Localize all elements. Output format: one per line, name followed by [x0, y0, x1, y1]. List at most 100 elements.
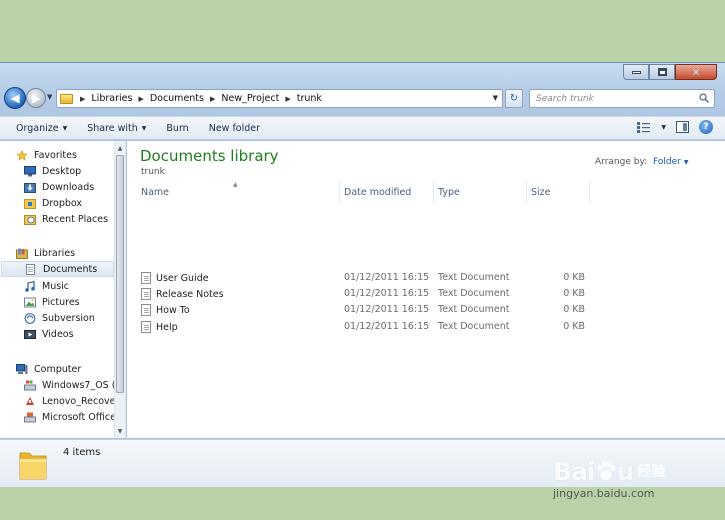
new-folder-label: New folder — [208, 122, 261, 134]
nav-item-label: Desktop — [42, 165, 82, 177]
address-dropdown-icon[interactable]: ▼ — [493, 94, 498, 102]
dropbox-folder-icon — [24, 198, 36, 209]
scroll-down-icon[interactable]: ▼ — [115, 426, 125, 436]
arrange-by-dropdown[interactable]: Folder ▼ — [653, 157, 688, 167]
library-title: Documents library — [140, 147, 279, 165]
nav-item-label: Recent Places — [42, 213, 109, 225]
file-type: Text Document — [438, 304, 510, 315]
star-icon — [16, 149, 28, 161]
paw-icon — [597, 461, 615, 480]
text-document-icon — [141, 272, 151, 284]
column-header-type[interactable]: Type — [434, 181, 527, 203]
item-count: 4 items — [63, 447, 101, 458]
nav-item-label: Videos — [42, 328, 74, 340]
column-header-date-modified[interactable]: Date modified — [340, 181, 434, 203]
column-header-size[interactable]: Size — [527, 181, 590, 203]
file-date: 01/12/2011 16:15 — [344, 304, 430, 315]
address-bar[interactable]: ▶ Libraries ▶ Documents ▶ New_Project ▶ … — [56, 89, 503, 108]
command-bar: Organize ▼ Share with ▼ Burn New folder … — [0, 116, 725, 140]
refresh-button[interactable]: ↻ — [505, 89, 523, 108]
file-size: 0 KB — [563, 321, 585, 332]
file-name: Help — [156, 321, 178, 333]
file-size: 0 KB — [563, 272, 585, 283]
file-date: 01/12/2011 16:15 — [344, 321, 430, 332]
nav-item-label: Lenovo_Recovery — [42, 395, 126, 407]
navigation-pane: Favorites Desktop Downloads Dropbox Rece… — [0, 141, 126, 438]
chevron-down-icon: ▼ — [141, 124, 147, 132]
music-icon — [25, 280, 35, 292]
file-name: Release Notes — [156, 288, 224, 300]
close-button[interactable]: ✕ — [675, 64, 717, 80]
file-list-pane: Documents library trunk Arrange by: Fold… — [127, 141, 725, 438]
breadcrumb-separator-icon[interactable]: ▶ — [138, 95, 143, 103]
nav-item-label: Microsoft Office — [42, 411, 116, 423]
close-icon: ✕ — [691, 65, 701, 79]
file-name-cell: Release Notes — [141, 288, 224, 300]
nav-favorites[interactable]: Favorites — [16, 147, 130, 163]
watermark-brand-text: Bai — [553, 456, 595, 486]
baidu-watermark-logo: Bai u 经验 — [553, 456, 683, 486]
nav-item-documents[interactable]: Documents — [1, 261, 114, 277]
column-headers: ▲ Name Date modified Type Size — [127, 181, 725, 203]
burn-label: Burn — [166, 122, 189, 134]
share-with-label: Share with — [87, 122, 138, 134]
text-document-icon — [141, 304, 151, 316]
nav-computer-label: Computer — [34, 363, 82, 375]
file-date: 01/12/2011 16:15 — [344, 288, 430, 299]
back-button[interactable]: ◀ — [4, 87, 26, 109]
view-options-dropdown[interactable]: ▼ — [661, 124, 666, 131]
help-icon[interactable]: ? — [699, 120, 713, 134]
search-input[interactable] — [536, 91, 686, 106]
organize-button[interactable]: Organize ▼ — [0, 117, 77, 139]
file-row[interactable]: User Guide 01/12/2011 16:15 Text Documen… — [127, 270, 725, 286]
organize-label: Organize — [16, 122, 59, 134]
nav-computer[interactable]: Computer — [16, 361, 130, 377]
file-row[interactable]: How To 01/12/2011 16:15 Text Document 0 … — [127, 302, 725, 318]
subversion-icon — [24, 312, 36, 324]
nav-item-label: Subversion — [42, 312, 95, 324]
pictures-icon — [24, 297, 36, 307]
breadcrumb-new-project[interactable]: New_Project — [221, 93, 279, 104]
downloads-folder-icon — [24, 182, 36, 193]
file-name-cell: User Guide — [141, 272, 209, 284]
nav-item-label: Pictures — [42, 296, 80, 308]
new-folder-button[interactable]: New folder — [199, 117, 270, 139]
address-row: ◀ ▶ ▼ ▶ Libraries ▶ Documents ▶ New_Proj… — [0, 86, 725, 112]
recent-pages-dropdown[interactable]: ▼ — [47, 93, 52, 101]
file-date: 01/12/2011 16:15 — [344, 272, 430, 283]
navigation-scrollbar[interactable]: ▲ ▼ — [114, 141, 125, 438]
minimize-button[interactable] — [623, 64, 649, 80]
libraries-icon — [16, 248, 28, 259]
scrollbar-thumb[interactable] — [116, 155, 124, 393]
scroll-up-icon[interactable]: ▲ — [115, 143, 125, 153]
file-row[interactable]: Release Notes 01/12/2011 16:15 Text Docu… — [127, 286, 725, 302]
maximize-button[interactable] — [649, 64, 675, 80]
breadcrumb-separator-icon[interactable]: ▶ — [285, 95, 290, 103]
arrow-left-icon: ◀ — [10, 91, 20, 105]
search-box — [529, 89, 715, 108]
breadcrumb-libraries[interactable]: Libraries — [91, 93, 132, 104]
watermark-brand-text-2: u — [616, 456, 635, 486]
change-view-icon[interactable] — [637, 121, 651, 133]
search-icon[interactable] — [699, 93, 709, 103]
breadcrumb-trunk[interactable]: trunk — [297, 93, 322, 104]
text-document-icon — [141, 321, 151, 333]
forward-button[interactable]: ▶ — [26, 88, 46, 108]
chevron-down-icon: ▼ — [62, 124, 68, 132]
text-document-icon — [141, 288, 151, 300]
preview-pane-icon[interactable] — [676, 121, 689, 133]
breadcrumb-separator-icon[interactable]: ▶ — [210, 95, 215, 103]
command-bar-right: ▼ ? — [637, 120, 713, 134]
share-with-button[interactable]: Share with ▼ — [77, 117, 156, 139]
watermark-url: jingyan.baidu.com — [553, 487, 655, 500]
nav-libraries[interactable]: Libraries — [16, 245, 130, 261]
burn-button[interactable]: Burn — [156, 117, 198, 139]
file-row[interactable]: Help 01/12/2011 16:15 Text Document 0 KB — [127, 319, 725, 335]
breadcrumb-separator-icon[interactable]: ▶ — [80, 95, 85, 103]
recovery-drive-icon — [26, 396, 34, 405]
window-controls: ✕ — [623, 64, 717, 80]
column-header-name[interactable]: Name — [137, 181, 340, 203]
arrow-right-icon: ▶ — [31, 91, 41, 105]
breadcrumb-documents[interactable]: Documents — [150, 93, 204, 104]
file-name: How To — [156, 304, 190, 316]
